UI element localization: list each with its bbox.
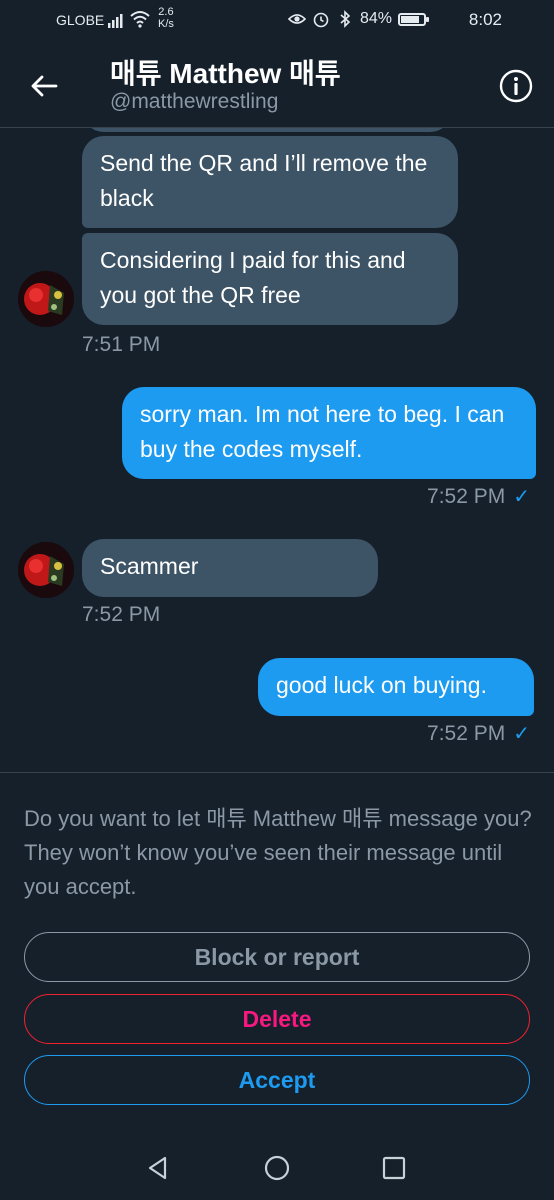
message-timestamp: 7:52 PM [427,485,506,508]
message-timestamp: 7:52 PM [427,722,506,745]
delete-button[interactable]: Delete [24,994,530,1044]
alarm-icon [313,12,329,28]
clock: 8:02 [468,10,502,29]
sent-message-status: 7:52 PM ✓ [427,484,530,509]
network-speed: 2.6 K/s [158,6,174,30]
previous-message-bubble [82,128,452,132]
nav-recents-button[interactable] [376,1150,412,1186]
info-button[interactable] [496,66,536,106]
message-bubble-sent[interactable]: sorry man. Im not here to beg. I can buy… [122,387,536,479]
message-bubble-received[interactable]: Scammer [82,539,378,597]
info-icon [499,69,533,103]
nav-home-button[interactable] [259,1150,295,1186]
avatar-image [18,542,74,598]
arrow-left-icon [31,75,58,97]
conversation-title: 매튜 Matthew 매튜 [110,58,341,89]
network-speed-value: 2.6 [158,6,174,18]
message-timestamp: 7:52 PM [82,603,161,626]
network-speed-unit: K/s [158,18,174,30]
system-navigation-bar [0,1130,554,1200]
block-or-report-button[interactable]: Block or report [24,932,530,982]
divider [0,772,554,773]
avatar-image [18,271,74,327]
sent-message-status: 7:52 PM ✓ [427,721,530,746]
triangle-back-icon [148,1156,167,1180]
checkmark-icon: ✓ [513,723,530,745]
battery-icon [398,12,429,26]
circle-home-icon [264,1155,290,1181]
eye-icon [287,14,306,24]
conversation-header: 매튜 Matthew 매튜 @matthewrestling [0,44,554,128]
message-bubble-received[interactable]: Considering I paid for this and you got … [82,233,458,325]
message-bubble-received[interactable]: Send the QR and I’ll remove the black [82,136,458,228]
status-bar: GLOBE 2.6 K/s 84% 8:02 [0,0,554,44]
carrier-name: GLOBE [56,12,105,28]
message-bubble-sent[interactable]: good luck on buying. [258,658,534,716]
message-timestamp: 7:51 PM [82,333,161,356]
avatar[interactable] [18,271,74,327]
square-recents-icon [382,1156,406,1180]
accept-button[interactable]: Accept [24,1055,530,1105]
bluetooth-icon [340,10,351,28]
message-list[interactable]: Send the QR and I’ll remove the black Co… [0,128,554,772]
signal-icon [108,14,123,28]
battery-percent: 84% [359,10,392,27]
status-icons: 84% [287,10,429,28]
user-handle: @matthewrestling [110,90,279,113]
avatar[interactable] [18,542,74,598]
message-request-prompt: Do you want to let 매튜 Matthew 매튜 message… [24,806,532,899]
nav-back-button[interactable] [140,1150,176,1186]
wifi-icon [130,11,150,28]
checkmark-icon: ✓ [513,486,530,508]
back-button[interactable] [22,64,66,108]
battery-level [401,15,420,23]
